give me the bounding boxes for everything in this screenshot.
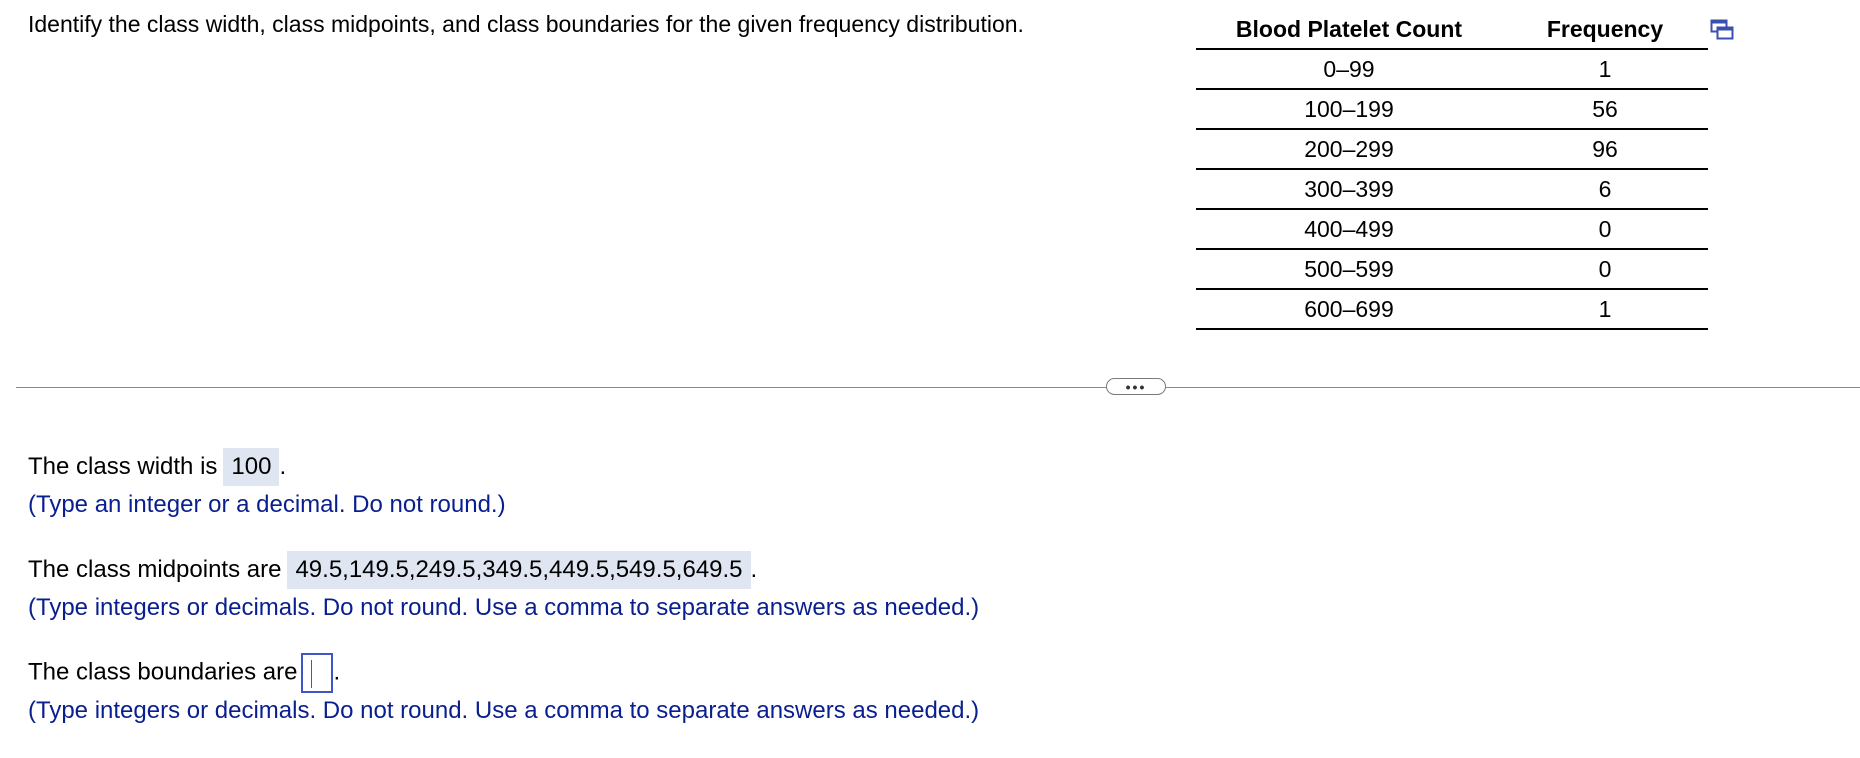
text-caret [311, 660, 313, 688]
class-midpoints-hint: (Type integers or decimals. Do not round… [28, 594, 980, 621]
count-cell: 0–99 [1196, 49, 1502, 90]
frequency-cell: 56 [1502, 89, 1708, 130]
class-boundaries-label: The class boundaries are [28, 658, 298, 686]
table-row: 600–699 1 [1196, 289, 1708, 330]
column-header-frequency: Frequency [1502, 10, 1708, 50]
class-width-period: . [279, 453, 287, 480]
class-width-hint: (Type an integer or a decimal. Do not ro… [28, 491, 506, 518]
count-cell: 600–699 [1196, 289, 1502, 330]
table-row: 100–199 56 [1196, 89, 1708, 130]
class-width-label: The class width is [28, 453, 218, 480]
frequency-cell: 96 [1502, 129, 1708, 170]
class-midpoints-statement: The class midpoints are 49.5,149.5,249.5,… [28, 551, 757, 589]
frequency-cell: 0 [1502, 249, 1708, 290]
expand-more-button[interactable]: ••• [1106, 378, 1166, 395]
class-boundaries-input[interactable] [301, 653, 334, 693]
count-cell: 400–499 [1196, 209, 1502, 250]
frequency-cell: 1 [1502, 49, 1708, 90]
class-width-answer[interactable]: 100 [223, 448, 280, 486]
popout-window-icon[interactable] [1710, 19, 1734, 41]
section-divider [16, 387, 1860, 388]
table-row: 400–499 0 [1196, 209, 1708, 250]
class-midpoints-answer[interactable]: 49.5,149.5,249.5,349.5,449.5,549.5,649.5 [287, 551, 751, 589]
count-cell: 200–299 [1196, 129, 1502, 170]
count-cell: 100–199 [1196, 89, 1502, 130]
frequency-cell: 0 [1502, 209, 1708, 250]
frequency-cell: 1 [1502, 289, 1708, 330]
table-row: 500–599 0 [1196, 249, 1708, 290]
column-header-count: Blood Platelet Count [1196, 10, 1502, 50]
class-midpoints-period: . [750, 556, 758, 583]
count-cell: 300–399 [1196, 169, 1502, 210]
class-width-statement: The class width is 100. [28, 448, 286, 486]
count-cell: 500–599 [1196, 249, 1502, 290]
table-row: 200–299 96 [1196, 129, 1708, 170]
frequency-cell: 6 [1502, 169, 1708, 210]
class-boundaries-hint: (Type integers or decimals. Do not round… [28, 697, 980, 724]
class-boundaries-statement: The class boundaries are. [28, 653, 340, 693]
class-midpoints-label: The class midpoints are [28, 556, 282, 583]
question-text: Identify the class width, class midpoint… [28, 11, 1024, 37]
table-row: 300–399 6 [1196, 169, 1708, 210]
table-header-row: Blood Platelet Count Frequency [1196, 10, 1708, 50]
table-row: 0–99 1 [1196, 49, 1708, 90]
class-boundaries-period: . [333, 658, 341, 686]
frequency-table: Blood Platelet Count Frequency 0–99 1 10… [1196, 10, 1708, 330]
